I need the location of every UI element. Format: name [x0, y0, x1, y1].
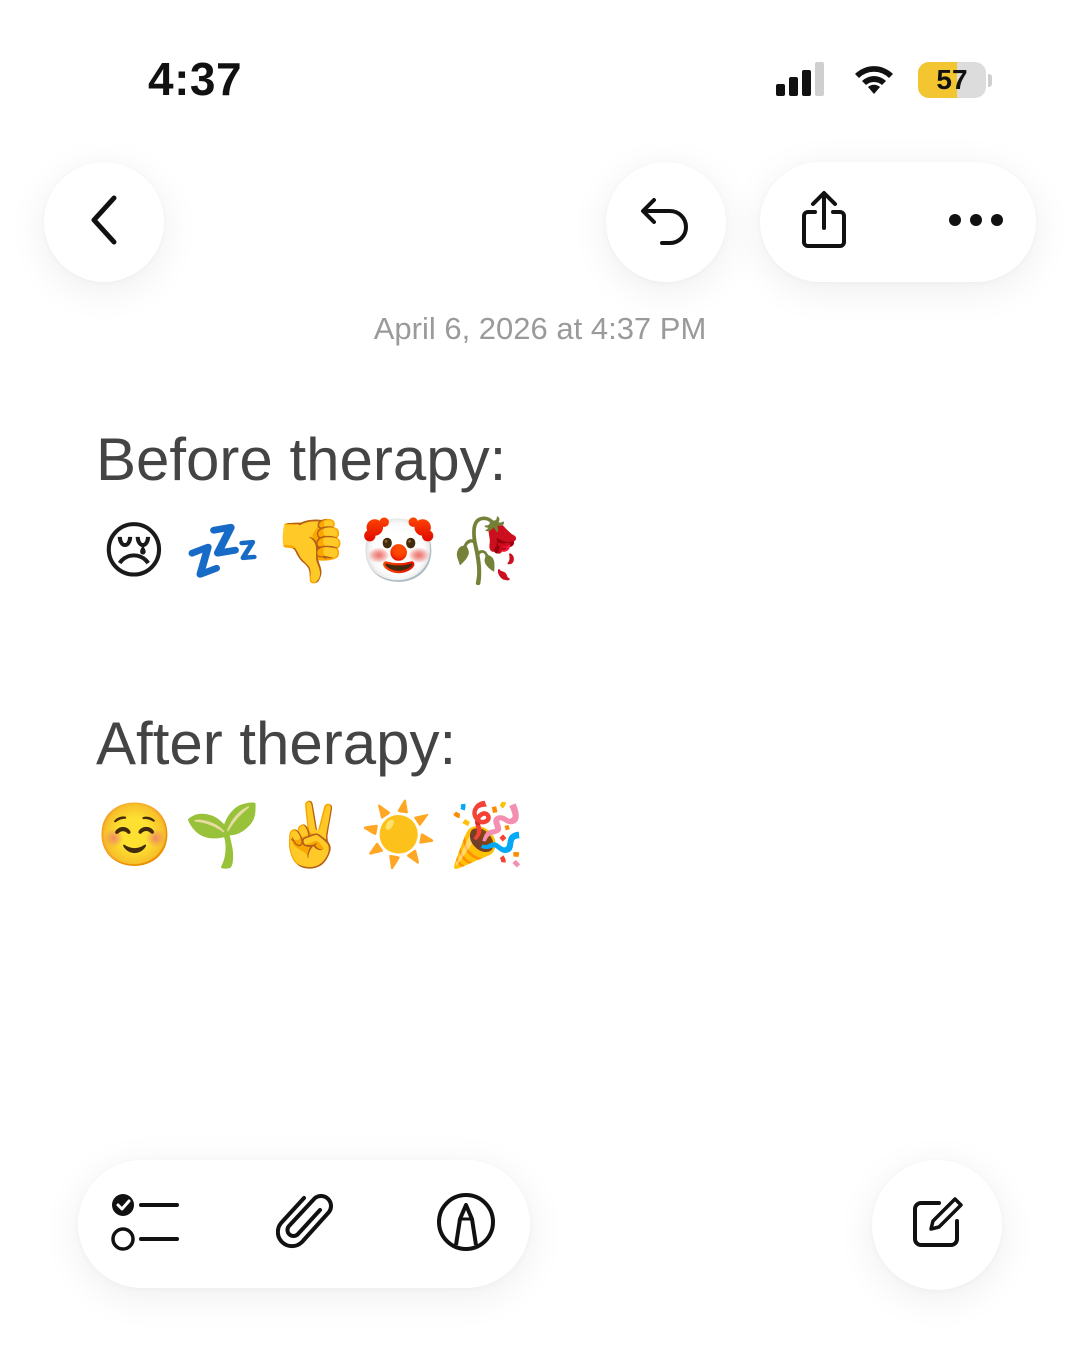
ellipsis-icon: [948, 213, 1004, 232]
emoji-row: ☺️ 🌱 ✌️ ☀️ 🎉: [96, 792, 996, 878]
attach-button[interactable]: [275, 1193, 336, 1254]
wilted-flower-emoji: 🥀: [448, 514, 526, 587]
cellular-signal-icon: [776, 60, 830, 101]
note-section-after: After therapy: ☺️ 🌱 ✌️ ☀️ 🎉: [96, 704, 996, 878]
wifi-icon: [850, 60, 898, 101]
sun-emoji: ☀️: [360, 798, 438, 871]
more-button[interactable]: [946, 192, 1006, 252]
status-time: 4:37: [148, 53, 243, 105]
chevron-left-icon: [86, 194, 122, 251]
zzz-emoji: 💤: [184, 514, 262, 587]
share-button[interactable]: [794, 190, 854, 255]
paperclip-icon: [275, 1190, 336, 1259]
share-icon: [799, 190, 849, 255]
compose-button[interactable]: [872, 1160, 1002, 1290]
markup-pen-icon: [435, 1191, 497, 1258]
battery-icon: 57: [918, 62, 986, 98]
crying-face-emoji: 😢: [101, 514, 167, 587]
victory-hand-emoji: ✌️: [272, 798, 350, 871]
markup-button[interactable]: [436, 1192, 496, 1254]
section-heading: Before therapy:: [96, 426, 507, 493]
checklist-button[interactable]: [111, 1193, 179, 1254]
smiling-face-emoji: ☺️: [96, 798, 174, 871]
note-section-before: Before therapy: 😢 💤 👎 🤡 🥀: [96, 420, 996, 594]
note-date: April 6, 2026 at 4:37 PM: [373, 311, 707, 346]
bottom-toolbar: [78, 1160, 530, 1288]
back-button[interactable]: [44, 162, 164, 282]
thumbs-down-emoji: 👎: [272, 514, 350, 587]
undo-icon: [638, 194, 694, 251]
battery-level-text: 57: [936, 64, 968, 95]
compose-icon: [909, 1195, 965, 1256]
battery-cap: [988, 73, 992, 87]
emoji-row: 😢 💤 👎 🤡 🥀: [96, 508, 996, 594]
status-icons: 57: [776, 60, 992, 100]
party-popper-emoji: 🎉: [448, 798, 526, 871]
seedling-emoji: 🌱: [184, 798, 262, 871]
share-more-group: [760, 162, 1036, 282]
clown-face-emoji: 🤡: [360, 514, 438, 587]
checklist-icon: [111, 1192, 181, 1257]
undo-button[interactable]: [606, 162, 726, 282]
note-body[interactable]: Before therapy: 😢 💤 👎 🤡 🥀 After therapy:…: [96, 420, 996, 878]
section-heading: After therapy:: [96, 710, 457, 777]
